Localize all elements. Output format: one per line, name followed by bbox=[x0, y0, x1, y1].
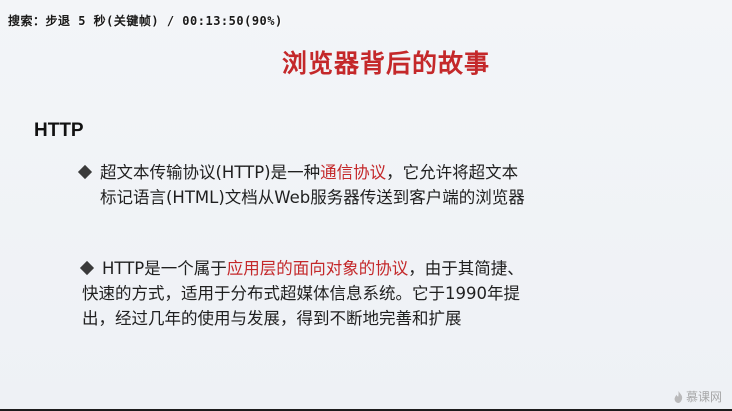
bullet-item: 超文本传输协议(HTTP)是一种通信协议，它允许将超文本 标记语言(HTML)文… bbox=[77, 160, 680, 210]
bullet-text: 超文本传输协议(HTTP)是一种通信协议，它允许将超文本 标记语言(HTML)文… bbox=[100, 160, 680, 210]
diamond-bullet-icon bbox=[77, 164, 93, 180]
text-run: ，由于其简捷、 bbox=[408, 259, 524, 278]
bullet-line: 标记语言(HTML)文档从Web服务器传送到客户端的浏览器 bbox=[100, 185, 680, 210]
slide-title: 浏览器背后的故事 bbox=[281, 49, 490, 78]
brand-watermark: 慕课网 bbox=[674, 388, 722, 405]
text-run: 超文本传输协议(HTTP)是一种 bbox=[100, 163, 321, 182]
text-run: ，它允许将超文本 bbox=[386, 163, 519, 182]
bullet-item: HTTP是一个属于应用层的面向对象的协议，由于其简捷、 快速的方式，适用于分布式… bbox=[79, 256, 692, 331]
seek-status-overlay: 搜索：步退 5 秒(关键帧) / 00:13:50(90%) bbox=[8, 14, 283, 28]
text-run: 出，经过几年的使用与发展，得到不断地完善和扩展 bbox=[82, 309, 462, 328]
highlight-text: 应用层的面向对象的协议 bbox=[226, 259, 409, 278]
text-run: HTTP是一个属于 bbox=[102, 259, 227, 278]
bullet-text: HTTP是一个属于应用层的面向对象的协议，由于其简捷、 快速的方式，适用于分布式… bbox=[82, 256, 692, 331]
bullet-line: HTTP是一个属于应用层的面向对象的协议，由于其简捷、 bbox=[102, 256, 692, 281]
bullet-line: 出，经过几年的使用与发展，得到不断地完善和扩展 bbox=[82, 306, 692, 331]
diamond-bullet-icon bbox=[79, 260, 95, 276]
slide: 搜索：步退 5 秒(关键帧) / 00:13:50(90%) 浏览器背后的故事 … bbox=[0, 0, 732, 411]
text-run: 标记语言(HTML)文档从Web服务器传送到客户端的浏览器 bbox=[100, 188, 525, 207]
section-heading: HTTP bbox=[34, 120, 84, 141]
flame-icon bbox=[674, 390, 683, 403]
watermark-label: 慕课网 bbox=[685, 390, 722, 404]
bullet-line: 快速的方式，适用于分布式超媒体信息系统。它于1990年提 bbox=[82, 281, 692, 306]
bullet-line: 超文本传输协议(HTTP)是一种通信协议，它允许将超文本 bbox=[100, 160, 680, 185]
text-run: 快速的方式，适用于分布式超媒体信息系统。它于1990年提 bbox=[82, 284, 520, 303]
video-player-frame[interactable]: 搜索：步退 5 秒(关键帧) / 00:13:50(90%) 浏览器背后的故事 … bbox=[0, 0, 732, 411]
highlight-text: 通信协议 bbox=[320, 163, 387, 182]
